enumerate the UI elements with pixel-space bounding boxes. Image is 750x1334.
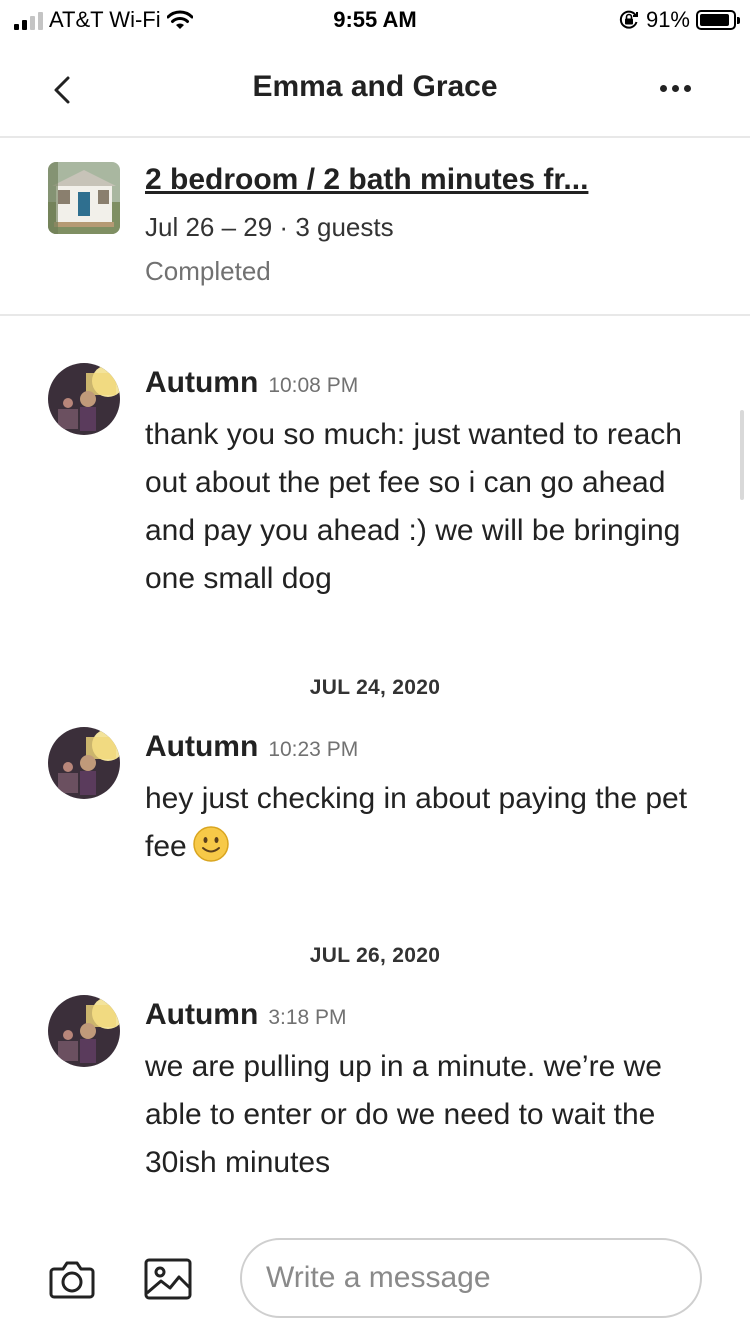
header-divider [0,136,750,138]
more-horizontal-icon [659,84,667,92]
avatar-photo [48,363,120,435]
status-right: 91% [618,7,740,33]
page-title: Emma and Grace [252,70,498,103]
message-text: we are pulling up in a minute. we’re we … [145,1050,662,1179]
sender-name: Autumn [145,730,259,763]
more-dot [683,84,691,92]
avatar[interactable] [48,995,120,1067]
message-header: Autumn 10:23 PM [145,730,358,764]
more-options-button[interactable] [650,70,700,106]
listing-thumbnail[interactable] [48,162,120,234]
listing-title-link[interactable]: 2 bedroom / 2 bath minutes fr... [145,163,588,197]
avatar[interactable] [48,363,120,435]
message-input[interactable] [240,1238,702,1318]
listing-status: Completed [145,256,271,286]
listing-dates: Jul 26 – 29 · 3 guests [145,212,394,242]
image-icon [144,1258,192,1300]
avatar-photo [48,727,120,799]
house-photo [48,162,120,234]
message-time: 10:23 PM [268,738,359,761]
camera-button[interactable] [48,1255,96,1303]
more-dot [671,84,679,92]
slightly-smiling-face-icon [192,826,229,862]
battery-icon [696,10,740,30]
battery-percent: 91% [645,7,690,32]
orientation-lock-icon [619,10,638,29]
avatar-photo [48,995,120,1067]
date-separator: JUL 24, 2020 [309,676,441,699]
camera-icon [49,1261,95,1299]
conversation-header: Emma and Grace [0,50,750,130]
battery-fill [700,14,730,26]
message-header: Autumn 3:18 PM [145,998,347,1032]
avatar[interactable] [48,727,120,799]
message-time: 10:08 PM [268,374,359,397]
scrollbar[interactable] [740,410,744,500]
date-separator: JUL 26, 2020 [309,944,441,967]
sender-name: Autumn [145,366,259,399]
message-body: hey just checking in about paying the pe… [145,775,705,871]
listing-divider [0,314,750,316]
gallery-button[interactable] [143,1255,193,1303]
message-text: thank you so much: just wanted to reach … [145,418,682,595]
message-time: 3:18 PM [268,1006,347,1029]
message-header: Autumn 10:08 PM [145,366,358,400]
sender-name: Autumn [145,998,259,1031]
status-bar: AT&T Wi-Fi 9:55 AM 91% [0,0,750,40]
